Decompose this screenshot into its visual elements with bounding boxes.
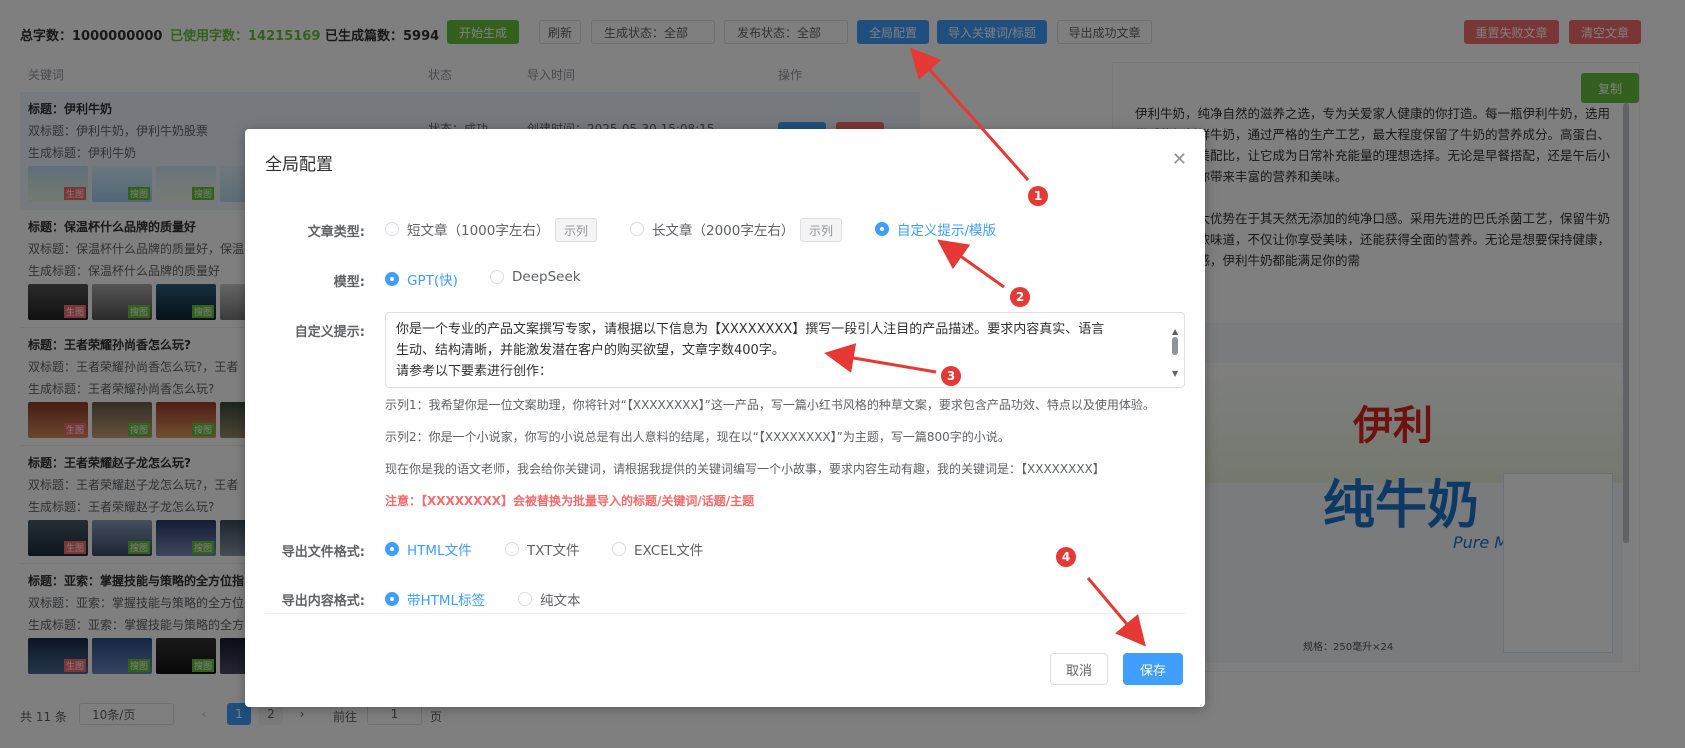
radio-label: 带HTML标签 [407,593,486,609]
close-icon[interactable]: ✕ [1172,149,1187,170]
scroll-down-icon[interactable]: ▼ [1172,363,1178,384]
export-content-label: 导出内容格式: [281,594,365,609]
radio-icon [630,222,644,236]
note-text: 注意：【XXXXXXXX】会被替换为批量导入的标题/关键词/话题/主题 [385,494,755,508]
radio-label: 短文章（1000字左右） [407,223,550,239]
example-button-long[interactable]: 示列 [800,218,843,242]
export-format-label: 导出文件格式: [281,545,365,560]
radio-label: TXT文件 [527,543,580,559]
radio-checked-icon [385,592,399,606]
radio-model-deepseek[interactable]: DeepSeek [490,269,581,285]
prompt-line: 请参考以下要素进行创作： [396,364,553,379]
global-config-dialog: 全局配置 ✕ 文章类型: 短文章（1000字左右） 示列 长文章（2000字左右… [245,129,1205,707]
radio-checked-icon [385,542,399,556]
custom-prompt-label: 自定义提示: [294,325,365,340]
radio-label: 自定义提示/模版 [897,223,997,239]
textarea-scrollbar[interactable]: ▲ ▼ [1172,321,1178,379]
radio-format-excel[interactable]: EXCEL文件 [612,539,703,559]
divider [265,613,1185,614]
radio-icon [612,542,626,556]
radio-label: 长文章（2000字左右） [652,223,795,239]
example-text-1: 示列1：我希望你是一位文案助理，你将针对“【XXXXXXXX】”这一产品，写一篇… [385,398,1155,412]
radio-checked-icon [875,222,889,236]
example-text-3: 现在你是我的语文老师，我会给你关键词，请根据我提供的关键词编写一个小故事，要求内… [385,462,1105,476]
radio-icon [385,222,399,236]
dialog-title: 全局配置 [265,155,333,175]
example-button-short[interactable]: 示列 [555,218,598,242]
article-type-label: 文章类型: [307,225,365,240]
radio-label: DeepSeek [512,269,581,285]
radio-content-plain[interactable]: 纯文本 [518,589,581,609]
radio-custom-template[interactable]: 自定义提示/模版 [875,219,996,239]
radio-label: EXCEL文件 [634,543,704,559]
annotation-badge: 3 [941,366,961,386]
radio-format-html[interactable]: HTML文件 [385,539,472,559]
prompt-line: 你是一个专业的产品文案撰写专家，请根据以下信息为【XXXXXXXX】撰写一段引人… [396,322,1105,337]
model-label: 模型: [333,275,365,290]
prompt-line: 生动、结构清晰，并能激发潜在客户的购买欲望，文章字数400字。 [396,343,785,358]
annotation-badge: 1 [1028,186,1048,206]
annotation-badge: 4 [1056,547,1076,567]
radio-model-gpt[interactable]: GPT(快) [385,269,458,289]
radio-format-txt[interactable]: TXT文件 [505,539,580,559]
scroll-thumb[interactable] [1172,337,1178,355]
custom-prompt-textarea[interactable]: 你是一个专业的产品文案撰写专家，请根据以下信息为【XXXXXXXX】撰写一段引人… [385,312,1185,388]
radio-icon [490,270,504,284]
example-text-2: 示列2：你是一个小说家，你写的小说总是有出人意料的结尾，现在以“【XXXXXXX… [385,430,1010,444]
radio-checked-icon [385,272,399,286]
radio-label: GPT(快) [407,273,458,289]
radio-long-article[interactable]: 长文章（2000字左右） [630,219,794,239]
radio-content-html[interactable]: 带HTML标签 [385,589,485,609]
save-button[interactable]: 保存 [1123,653,1183,685]
radio-label: HTML文件 [407,543,472,559]
radio-icon [518,592,532,606]
radio-short-article[interactable]: 短文章（1000字左右） [385,219,549,239]
annotation-badge: 2 [1010,287,1030,307]
radio-label: 纯文本 [540,593,581,609]
cancel-button[interactable]: 取消 [1050,653,1108,685]
radio-icon [505,542,519,556]
